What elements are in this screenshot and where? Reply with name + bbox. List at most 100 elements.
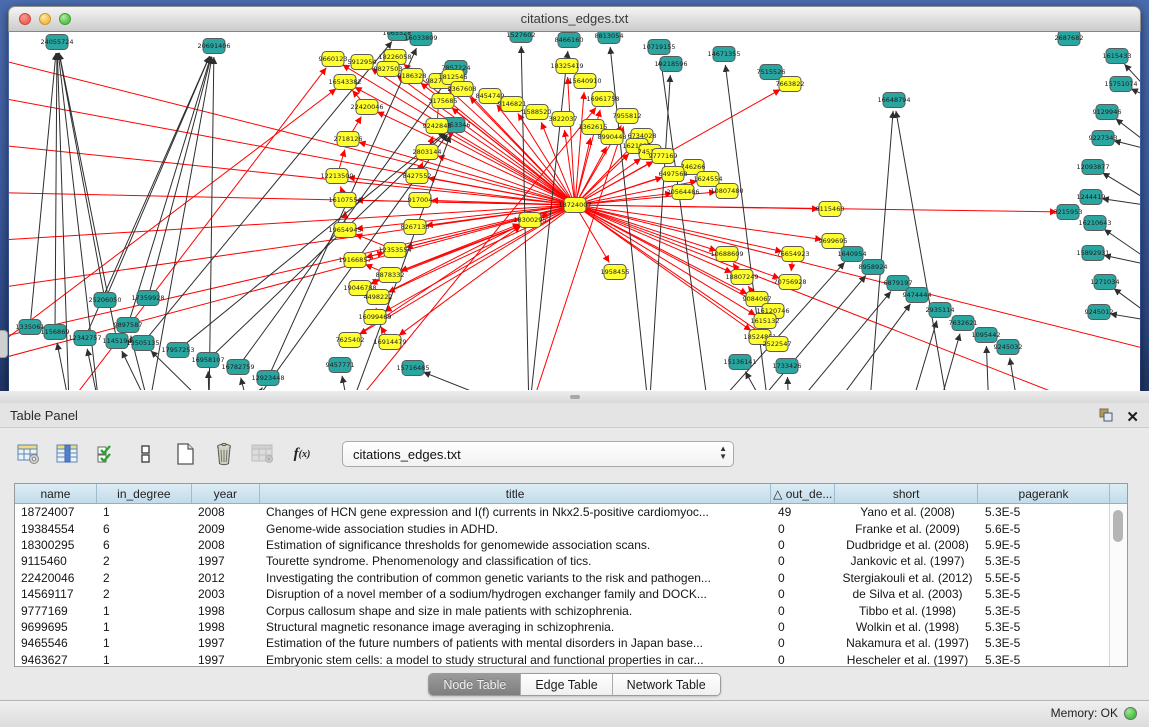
graph-node[interactable]: 10688609 — [710, 247, 743, 262]
graph-node[interactable]: 16961758 — [586, 92, 619, 107]
graph-node[interactable]: 1244419 — [1077, 190, 1106, 205]
show-columns-icon[interactable] — [55, 441, 81, 467]
column-header-in_degree[interactable]: in_degree — [97, 484, 192, 503]
graph-node[interactable]: 9699695 — [819, 234, 848, 249]
tab-edge-table[interactable]: Edge Table — [521, 674, 612, 695]
graph-node[interactable]: 16210643 — [1078, 216, 1111, 231]
graph-node[interactable]: 8813054 — [595, 32, 624, 44]
graph-node[interactable]: 25206050 — [88, 293, 121, 308]
graph-node[interactable]: 1527602 — [507, 32, 536, 43]
graph-node[interactable]: 1271034 — [1091, 275, 1120, 290]
graph-node[interactable]: 7632621 — [949, 316, 978, 331]
graph-node[interactable]: 3215953 — [1054, 205, 1083, 220]
zoom-window-button[interactable] — [59, 13, 71, 25]
column-header-year[interactable]: year — [192, 484, 260, 503]
graph-node[interactable]: 9474444 — [903, 288, 932, 303]
new-column-icon[interactable] — [172, 441, 198, 467]
table-selector-dropdown[interactable]: citations_edges.txt ▲▼ — [342, 441, 734, 467]
table-row[interactable]: 911546021997Tourette syndrome. Phenomeno… — [15, 553, 1127, 569]
close-panel-icon[interactable]: ✕ — [1126, 410, 1139, 426]
citation-network-graph[interactable]: 1872400724055724206914061065528716033809… — [9, 32, 1140, 390]
table-row[interactable]: 1830029562008Estimation of significance … — [15, 537, 1127, 553]
graph-node[interactable]: 8958924 — [859, 260, 888, 275]
graph-node[interactable]: 15640910 — [568, 74, 601, 89]
table-row[interactable]: 969969511998Structural magnetic resonanc… — [15, 619, 1127, 635]
table-row[interactable]: 977716911998Corpus callosum shape and si… — [15, 602, 1127, 618]
graph-node[interactable]: 15716485 — [396, 361, 429, 376]
table-mode-icon[interactable] — [16, 441, 42, 467]
graph-node[interactable]: 7625402 — [336, 333, 365, 348]
graph-node[interactable]: 8466160 — [555, 33, 584, 48]
graph-node[interactable]: 9245012 — [1085, 305, 1114, 320]
graph-node[interactable]: 16033809 — [404, 32, 437, 46]
tab-network-table[interactable]: Network Table — [613, 674, 720, 695]
graph-node[interactable]: 1958455 — [601, 265, 630, 280]
table-row[interactable]: 1456911722003Disruption of a novel membe… — [15, 586, 1127, 602]
column-header-short[interactable]: short — [835, 484, 978, 503]
graph-node[interactable]: 14671355 — [707, 47, 740, 62]
graph-node[interactable]: 9457771 — [326, 358, 355, 373]
graph-node[interactable]: 2718126 — [334, 132, 363, 147]
graph-node[interactable]: 2522547 — [763, 337, 792, 352]
graph-node[interactable]: 3175685 — [429, 94, 458, 109]
table-row[interactable]: 946554611997Estimation of the future num… — [15, 635, 1127, 651]
graph-node[interactable]: 917004 — [408, 193, 433, 208]
graph-node[interactable]: 16782759 — [221, 360, 254, 375]
graph-node[interactable]: 9777169 — [649, 149, 678, 164]
graph-node[interactable]: 1615433 — [1103, 49, 1132, 64]
graph-node[interactable]: 9245032 — [994, 340, 1023, 355]
graph-node[interactable]: 2803144 — [413, 145, 442, 160]
graph-node[interactable]: 9115460 — [816, 202, 845, 217]
graph-node[interactable]: 2687682 — [1055, 32, 1084, 46]
graph-node[interactable]: 1615132 — [751, 314, 780, 329]
delete-column-icon[interactable] — [211, 441, 237, 467]
vertical-scrollbar[interactable] — [1109, 504, 1127, 666]
graph-node[interactable]: 10719155 — [642, 40, 675, 55]
table-row[interactable]: 2242004622012Investigating the contribut… — [15, 570, 1127, 586]
network-window-titlebar[interactable]: citations_edges.txt — [8, 6, 1141, 32]
graph-node[interactable]: 16543382 — [328, 75, 361, 90]
graph-node[interactable]: 7955812 — [613, 109, 642, 124]
graph-node[interactable]: 8878332 — [376, 268, 405, 283]
graph-node[interactable]: 7663822 — [776, 77, 805, 92]
graph-node[interactable]: 1640954 — [838, 247, 867, 262]
network-canvas[interactable]: 1872400724055724206914061065528716033809… — [9, 32, 1140, 391]
graph-node[interactable]: 12923448 — [251, 371, 284, 386]
function-builder-icon[interactable]: f(x) — [289, 441, 315, 467]
graph-node[interactable]: 16648794 — [877, 93, 910, 108]
graph-node[interactable]: 8427552 — [403, 169, 432, 184]
select-all-icon[interactable] — [94, 441, 120, 467]
rows-icon[interactable] — [133, 441, 159, 467]
graph-node[interactable]: 15136141 — [723, 355, 756, 370]
graph-node[interactable]: 18325419 — [550, 59, 583, 74]
control-panel-handle[interactable] — [0, 330, 8, 358]
graph-node[interactable]: 9242848 — [423, 119, 452, 134]
graph-node[interactable]: 1156869 — [41, 325, 70, 340]
column-header-title[interactable]: title — [260, 484, 772, 503]
scrollbar-thumb[interactable] — [1113, 510, 1123, 542]
graph-node[interactable]: 19654945 — [328, 223, 361, 238]
graph-node[interactable]: 20564486 — [666, 185, 699, 200]
graph-node[interactable]: 4498222 — [364, 290, 393, 305]
splitter-handle[interactable] — [570, 395, 580, 399]
graph-node[interactable]: 1095442 — [972, 328, 1001, 343]
float-panel-icon[interactable] — [1098, 407, 1114, 428]
close-window-button[interactable] — [19, 13, 31, 25]
graph-node[interactable]: 15892931 — [1076, 246, 1109, 261]
graph-node[interactable]: 1733426 — [773, 359, 802, 374]
graph-node[interactable]: 8267130 — [401, 220, 430, 235]
graph-node[interactable]: 2935114 — [926, 303, 955, 318]
graph-node[interactable]: 16107554 — [328, 193, 361, 208]
tab-node-table[interactable]: Node Table — [429, 674, 521, 695]
graph-node[interactable]: 16099469 — [358, 310, 391, 325]
graph-node[interactable]: 19218596 — [654, 57, 687, 72]
graph-node[interactable]: 17359928 — [131, 291, 164, 306]
graph-node[interactable]: 17957253 — [161, 343, 194, 358]
graph-node[interactable]: 16958107 — [191, 353, 224, 368]
graph-node[interactable]: 76654923 — [776, 247, 809, 262]
table-row[interactable]: 1872400712008Changes of HCN gene express… — [15, 504, 1127, 520]
graph-node[interactable]: 9227343 — [1089, 131, 1118, 146]
graph-node[interactable]: 9129946 — [1093, 105, 1122, 120]
graph-node[interactable]: 5912954 — [348, 55, 377, 70]
graph-node[interactable]: 70756928 — [773, 275, 806, 290]
